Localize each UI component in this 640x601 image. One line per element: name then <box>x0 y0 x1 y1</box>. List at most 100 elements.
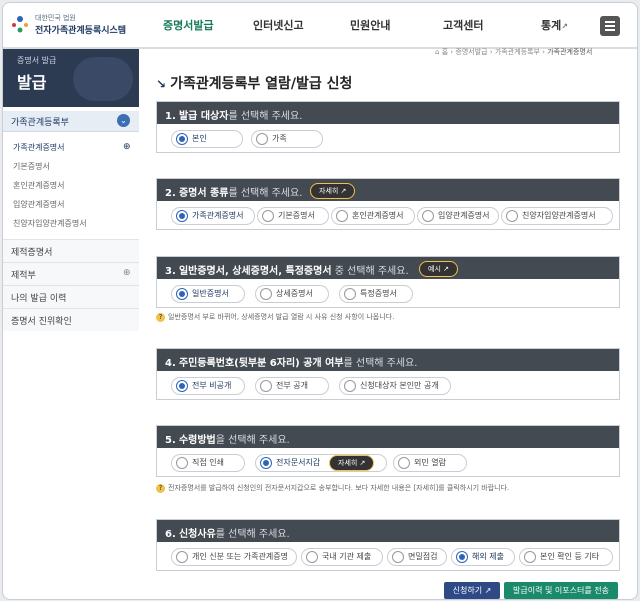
radio-self[interactable]: 본인 <box>171 130 243 148</box>
radio-other[interactable]: 본인 확인 등 기타 <box>519 548 613 566</box>
radio-label: 전부 공개 <box>276 381 308 390</box>
radio-label: 직접 인쇄 <box>192 458 224 467</box>
radio-detailed-cert[interactable]: 상세증명서 <box>255 285 329 303</box>
section-rrn-disclosure: 4. 주민등록번호(뒷부분 6자리) 공개 여부를 선택해 주세요. 전부 비공… <box>156 348 620 400</box>
sidebar-subitem-label: 가족관계증명서 <box>13 143 65 152</box>
radio-circle <box>262 210 274 222</box>
sidebar-menu: 가족관계등록부 ⌄ 가족관계증명서 ⊕ 기본증명서 혼인관계증명서 입양관계증명서… <box>3 111 139 331</box>
breadcrumb-item[interactable]: 가족관계등록부 <box>495 48 540 56</box>
detail-button[interactable]: 자세히 ↗ <box>310 183 356 199</box>
radio-circle <box>506 210 518 222</box>
menu-icon-bar <box>605 25 615 27</box>
section-options: 본인 가족 <box>157 124 619 152</box>
page-title: ↘ 가족관계등록부 열람/발급 신청 <box>156 73 352 93</box>
title-chevron-icon: ↘ <box>156 77 167 91</box>
court-logo-icon <box>12 16 28 33</box>
home-icon[interactable]: ⌂ <box>435 48 439 56</box>
radio-circle <box>344 380 356 392</box>
radio-overseas-submit[interactable]: 해외 제출 <box>451 548 515 566</box>
radio-label: 개인 신분 또는 가족관계증명 <box>192 552 288 561</box>
radio-identity-proof[interactable]: 개인 신분 또는 가족관계증명 <box>171 548 297 566</box>
section-header: 6. 신청사유를 선택해 주세요. <box>157 520 619 542</box>
section-options: 개인 신분 또는 가족관계증명 국내 기관 제출 면밀점검 해외 제출 본인 확… <box>157 542 619 570</box>
detail-button[interactable]: 자세히 ↗ <box>329 455 375 471</box>
hamburger-menu-button[interactable] <box>600 16 620 36</box>
menu-icon-bar <box>605 21 615 23</box>
radio-circle <box>176 288 188 300</box>
radio-label: 상세증명서 <box>276 289 313 298</box>
radio-circle <box>524 551 536 563</box>
radio-label: 신청대상자 본인만 공개 <box>360 381 439 390</box>
breadcrumb-home[interactable]: 홈 <box>442 48 448 56</box>
sidebar-group-family-register[interactable]: 가족관계등록부 ⌄ <box>3 111 139 132</box>
radio-specific-cert[interactable]: 특정증명서 <box>339 285 413 303</box>
radio-label: 외민 열람 <box>414 458 446 467</box>
nav-online-report[interactable]: 인터넷신고 <box>253 17 304 33</box>
radio-circle <box>176 551 188 563</box>
sidebar-subitem-label: 혼인관계증명서 <box>13 181 65 190</box>
radio-circle <box>422 210 434 222</box>
radio-label: 입양관계증명서 <box>438 211 490 220</box>
radio-general-cert[interactable]: 일반증명서 <box>171 285 245 303</box>
radio-full-adoption-cert[interactable]: 친양자입양관계증명서 <box>501 207 613 225</box>
radio-family[interactable]: 가족 <box>251 130 323 148</box>
sidebar-item-verify[interactable]: 증명서 진위확인 <box>3 308 139 331</box>
section-keyword: 증명서 종류 <box>178 188 229 199</box>
breadcrumb-item[interactable]: 증명서발급 <box>455 48 487 56</box>
radio-family-cert[interactable]: 가족관계증명서 <box>171 207 255 225</box>
section-keyword: 발급 대상자 <box>178 111 229 122</box>
nav-customer-center[interactable]: 고객센터 <box>443 17 483 33</box>
sidebar-subitem-label: 친양자입양관계증명서 <box>13 219 87 228</box>
radio-basic-cert[interactable]: 기본증명서 <box>257 207 329 225</box>
issue-history-button[interactable]: 발급이력 및 이포스터를 전송 <box>504 582 618 599</box>
apply-button[interactable]: 신청하기 ↗ <box>444 582 500 599</box>
section-number: 2. <box>165 188 176 199</box>
sidebar-subitem-adoption-cert[interactable]: 입양관계증명서 <box>3 195 139 214</box>
section-instruction: 를 선택해 주세요. <box>228 111 303 122</box>
sidebar-subitem-label: 기본증명서 <box>13 162 50 171</box>
radio-label: 본인 <box>192 134 207 143</box>
section-target: 1. 발급 대상자를 선택해 주세요. 본인 가족 <box>156 101 620 153</box>
section-title: 6. 신청사유를 선택해 주세요. <box>165 525 290 540</box>
site-logo[interactable]: 대한민국 법원 전자가족관계등록시스템 <box>9 11 149 39</box>
sidebar-item-removal-cert[interactable]: 제적증명서 <box>3 239 139 262</box>
sidebar-item-label: 나의 발급 이력 <box>11 294 67 304</box>
radio-label: 친양자입양관계증명서 <box>522 211 596 220</box>
nav-certificate[interactable]: 증명서발급 <box>163 17 214 33</box>
sidebar-item-label: 제적증명서 <box>11 248 53 258</box>
sidebar-subitem-family-cert[interactable]: 가족관계증명서 ⊕ <box>3 138 139 157</box>
section-title: 3. 일반증명서, 상세증명서, 특정증명서 중 선택해 주세요. <box>165 262 409 277</box>
section-instruction: 를 선택해 주세요. <box>228 188 303 199</box>
sidebar-banner: 증명서 발급 발급 <box>3 49 139 107</box>
sidebar-subitem-marriage-cert[interactable]: 혼인관계증명서 <box>3 176 139 195</box>
nav-statistics[interactable]: 통계↗ <box>541 17 568 33</box>
radio-external-view[interactable]: 외민 열람 <box>393 454 467 472</box>
radio-inspection[interactable]: 면밀점검 <box>387 548 447 566</box>
sidebar-item-issue-history[interactable]: 나의 발급 이력 <box>3 285 139 308</box>
sidebar-item-removal-register[interactable]: 제적부 ⊕ <box>3 262 139 285</box>
radio-label: 전자문서지갑 <box>276 458 321 467</box>
banner-title: 발급 <box>17 73 47 92</box>
plus-icon: ⊕ <box>123 268 131 278</box>
radio-all-public[interactable]: 전부 공개 <box>255 377 329 395</box>
sidebar-subitem-basic-cert[interactable]: 기본증명서 <box>3 157 139 176</box>
section-title: 2. 증명서 종류를 선택해 주세요. <box>165 184 302 199</box>
radio-self-only-public[interactable]: 신청대상자 본인만 공개 <box>339 377 451 395</box>
nav-civil-guide[interactable]: 민원안내 <box>350 17 390 33</box>
section-number: 3. <box>165 266 176 277</box>
radio-marriage-cert[interactable]: 혼인관계증명서 <box>331 207 415 225</box>
radio-direct-print[interactable]: 직접 인쇄 <box>171 454 245 472</box>
radio-all-private[interactable]: 전부 비공개 <box>171 377 245 395</box>
section-title: 5. 수령방법을 선택해 주세요. <box>165 431 290 446</box>
radio-circle <box>176 210 188 222</box>
example-button[interactable]: 예시 ↗ <box>419 261 458 277</box>
section-keyword: 일반증명서, 상세증명서, 특정증명서 <box>178 266 332 277</box>
radio-domestic-submit[interactable]: 국내 기관 제출 <box>301 548 383 566</box>
sidebar-item-label: 증명서 진위확인 <box>11 317 72 327</box>
radio-adoption-cert[interactable]: 입양관계증명서 <box>417 207 499 225</box>
radio-label: 면밀점검 <box>408 552 438 561</box>
section-header: 1. 발급 대상자를 선택해 주세요. <box>157 102 619 124</box>
radio-label: 혼인관계증명서 <box>352 211 404 220</box>
sidebar-subitem-full-adoption-cert[interactable]: 친양자입양관계증명서 <box>3 214 139 233</box>
menu-icon-bar <box>605 29 615 31</box>
